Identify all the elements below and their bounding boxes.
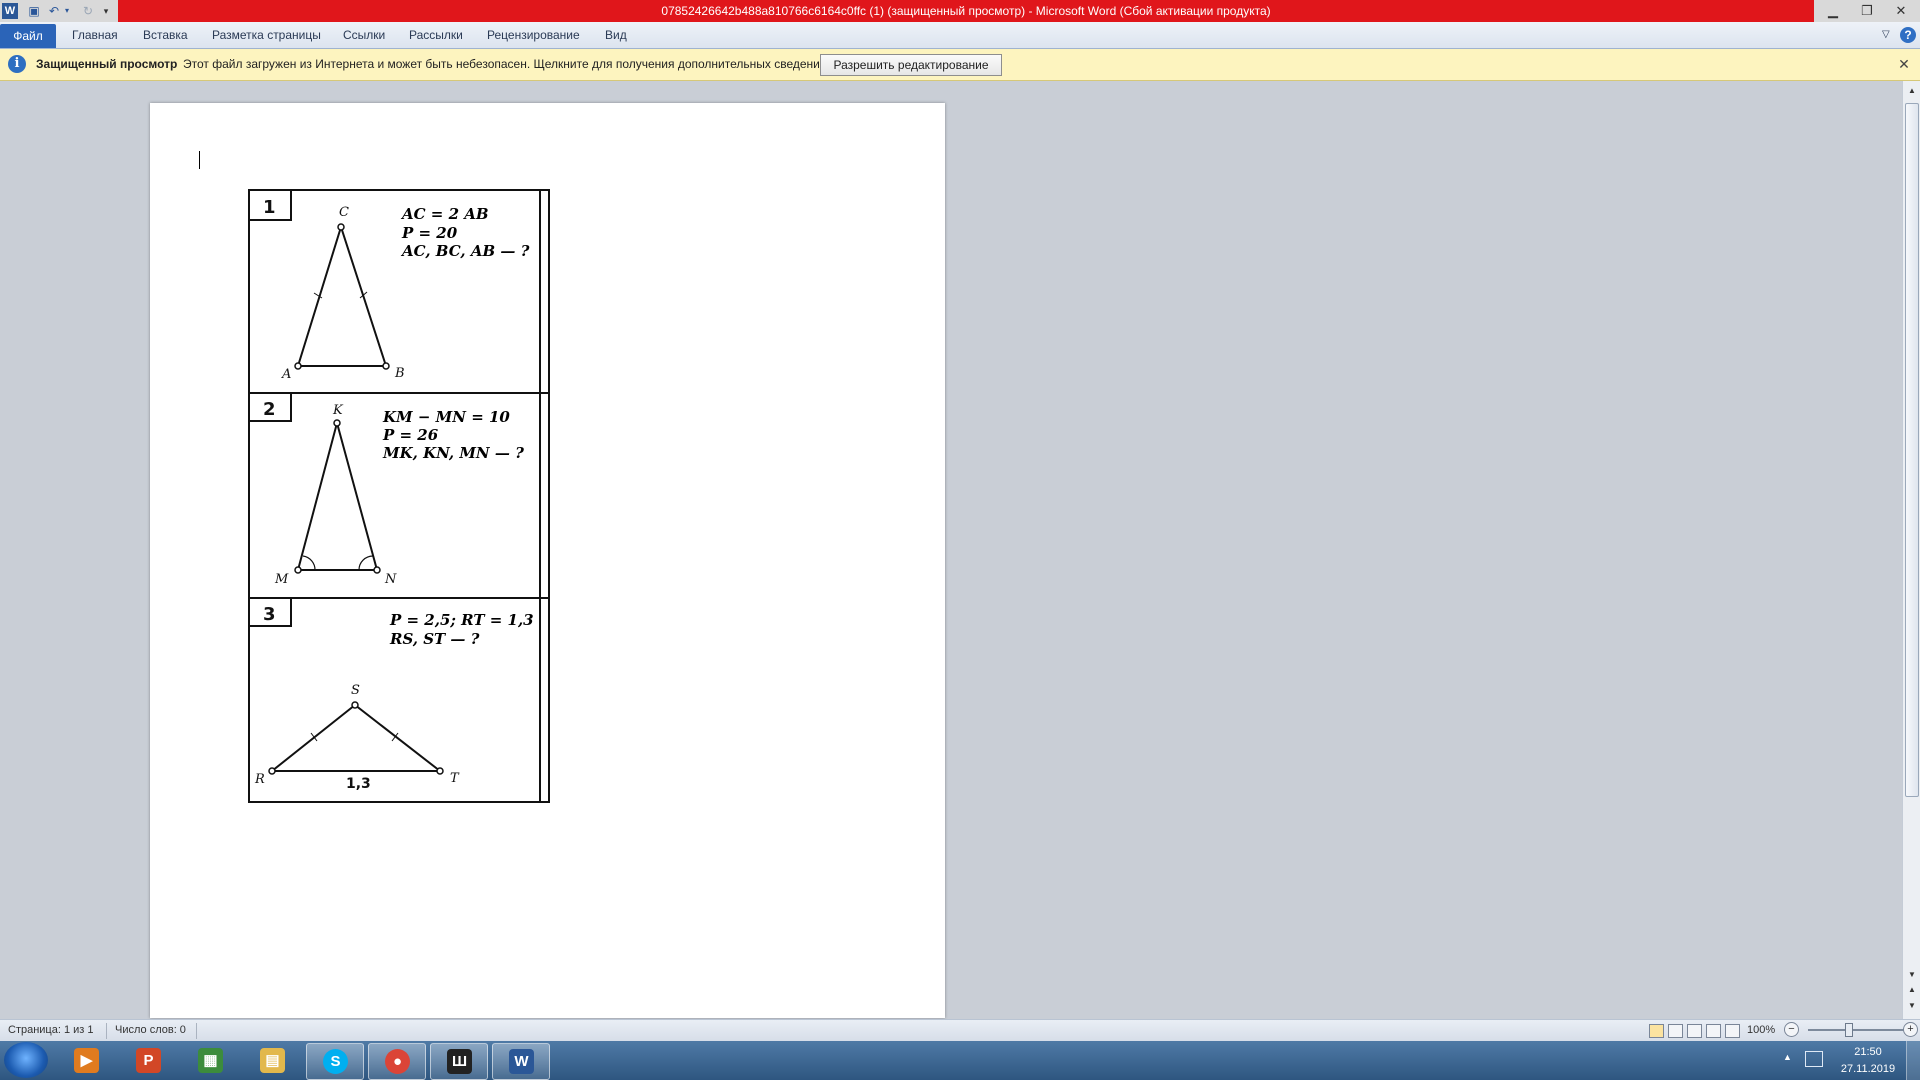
- problem-question-line: AC, BC, AB — ?: [400, 242, 530, 260]
- ribbon-collapse-icon[interactable]: ▽: [1882, 22, 1890, 48]
- help-icon[interactable]: ?: [1900, 27, 1916, 43]
- taskbar-rubik-cube[interactable]: ▦: [182, 1043, 238, 1078]
- app-dark-icon: Ш: [447, 1049, 472, 1074]
- draft-view-icon[interactable]: [1725, 1024, 1740, 1038]
- vertex-label: C: [339, 205, 349, 220]
- tab-mailings[interactable]: Рассылки: [409, 22, 463, 48]
- clock-time[interactable]: 21:50: [1843, 1046, 1893, 1058]
- scroll-up-icon[interactable]: ▲: [1905, 86, 1919, 95]
- triangle-abc: [296, 223, 388, 367]
- zoom-slider[interactable]: [1808, 1029, 1904, 1031]
- window-title: 07852426642b488a810766c6164c0ffc (1) (за…: [118, 0, 1814, 22]
- scrollbar-thumb[interactable]: [1905, 103, 1919, 797]
- side-length-label: 1,3: [346, 776, 371, 792]
- protected-view-title: Защищенный просмотр: [36, 57, 178, 71]
- angle-arc-m: [302, 555, 316, 571]
- tab-review[interactable]: Рецензирование: [487, 22, 580, 48]
- full-screen-reading-icon[interactable]: [1668, 1024, 1683, 1038]
- show-hidden-icons-icon[interactable]: ▲: [1783, 1052, 1792, 1062]
- tab-insert[interactable]: Вставка: [143, 22, 188, 48]
- clock-date[interactable]: 27.11.2019: [1830, 1063, 1906, 1075]
- image-frame: [248, 189, 550, 803]
- problem-number: 2: [263, 399, 276, 420]
- show-desktop-button[interactable]: [1906, 1041, 1920, 1080]
- tab-home[interactable]: Главная: [72, 22, 118, 48]
- page-count[interactable]: Страница: 1 из 1: [8, 1024, 94, 1036]
- tab-page-layout[interactable]: Разметка страницы: [212, 22, 321, 48]
- triangle-problems-image: 1 A B C AC = 2 AB P = 20 AC, BC, AB — ? …: [248, 189, 550, 803]
- close-window-button[interactable]: ✕: [1884, 0, 1918, 22]
- chrome-icon: ●: [385, 1049, 410, 1074]
- customize-quick-access-icon[interactable]: ▾: [100, 3, 112, 19]
- taskbar-file-explorer[interactable]: ▤: [244, 1043, 300, 1078]
- vertex-label: M: [274, 572, 289, 587]
- folder-icon: ▤: [260, 1048, 285, 1073]
- zoom-in-button[interactable]: +: [1903, 1022, 1918, 1037]
- web-layout-icon[interactable]: [1687, 1024, 1702, 1038]
- problem-given-line: P = 2,5; RT = 1,3: [389, 611, 534, 629]
- vertex-label: R: [254, 772, 265, 787]
- vertex-label: K: [332, 403, 344, 418]
- taskbar-media-player[interactable]: ▶: [58, 1043, 114, 1078]
- zoom-level[interactable]: 100%: [1747, 1024, 1775, 1036]
- word-app-icon[interactable]: W: [2, 3, 18, 19]
- angle-arc-n: [358, 555, 374, 571]
- triangle-rst: [269, 703, 443, 772]
- tab-references[interactable]: Ссылки: [343, 22, 385, 48]
- start-button[interactable]: [4, 1042, 48, 1078]
- problem-given-line: KM − MN = 10: [382, 408, 510, 426]
- previous-page-icon[interactable]: ▲: [1905, 985, 1919, 994]
- taskbar-chrome[interactable]: ●: [368, 1043, 426, 1080]
- undo-dropdown-icon[interactable]: ▾: [62, 3, 72, 19]
- vertex-label: T: [450, 771, 460, 786]
- problem-number: 1: [263, 197, 276, 218]
- problem-given-line: P = 20: [401, 224, 458, 242]
- tab-file[interactable]: Файл: [0, 24, 56, 48]
- taskbar-word[interactable]: W: [492, 1043, 550, 1080]
- network-icon[interactable]: [1805, 1051, 1823, 1067]
- minimize-button[interactable]: ▁: [1816, 0, 1850, 22]
- ribbon-tabs: Файл Главная Вставка Разметка страницы С…: [0, 22, 1920, 49]
- problem-given-line: P = 26: [382, 426, 439, 444]
- next-page-icon[interactable]: ▼: [1905, 1001, 1919, 1010]
- taskbar-powerpoint[interactable]: P: [120, 1043, 176, 1078]
- redo-icon[interactable]: ↻: [80, 3, 96, 19]
- rubik-cube-icon: ▦: [198, 1048, 223, 1073]
- vertex-label: S: [351, 683, 360, 698]
- protected-view-bar: i Защищенный просмотр Этот файл загружен…: [0, 49, 1920, 81]
- word-icon: W: [509, 1049, 534, 1074]
- tab-view[interactable]: Вид: [605, 22, 627, 48]
- taskbar-skype[interactable]: S: [306, 1043, 364, 1080]
- restore-button[interactable]: ❐: [1850, 0, 1884, 22]
- problem-given-line: AC = 2 AB: [400, 205, 489, 223]
- vertex-label: B: [394, 366, 405, 381]
- vertex-label: A: [281, 367, 291, 382]
- info-shield-icon: i: [8, 55, 26, 73]
- scroll-down-icon[interactable]: ▼: [1905, 970, 1919, 979]
- vertex-label: N: [384, 572, 397, 587]
- undo-icon[interactable]: ↶: [46, 3, 62, 19]
- text-cursor: [199, 151, 200, 169]
- taskbar-dark-app[interactable]: Ш: [430, 1043, 488, 1080]
- powerpoint-icon: P: [136, 1048, 161, 1073]
- enable-editing-button[interactable]: Разрешить редактирование: [820, 54, 1002, 76]
- problem-question-line: MK, KN, MN — ?: [382, 444, 524, 462]
- print-layout-view-icon[interactable]: [1649, 1024, 1664, 1038]
- skype-icon: S: [323, 1049, 348, 1074]
- problem-question-line: RS, ST — ?: [389, 630, 480, 648]
- status-bar: Страница: 1 из 1 Число слов: 0 100%: [0, 1019, 1920, 1042]
- zoom-slider-thumb[interactable]: [1845, 1023, 1853, 1037]
- protected-view-message[interactable]: Этот файл загружен из Интернета и может …: [183, 57, 830, 71]
- problem-number: 3: [263, 604, 276, 625]
- triangle-kmn: [296, 419, 379, 571]
- outline-view-icon[interactable]: [1706, 1024, 1721, 1038]
- close-icon[interactable]: ✕: [1896, 56, 1912, 72]
- save-icon[interactable]: ▣: [26, 3, 42, 19]
- zoom-out-button[interactable]: −: [1784, 1022, 1799, 1037]
- word-count[interactable]: Число слов: 0: [115, 1024, 186, 1036]
- media-player-icon: ▶: [74, 1048, 99, 1073]
